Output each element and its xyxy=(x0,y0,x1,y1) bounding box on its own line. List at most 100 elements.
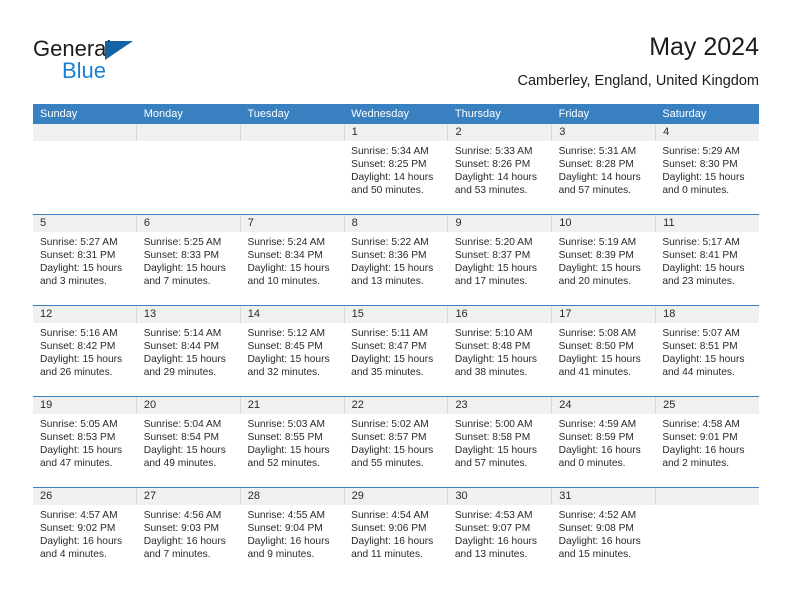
day-number[interactable]: 13 xyxy=(135,306,240,323)
day-info-line: Daylight: 16 hours xyxy=(351,536,434,548)
day-number[interactable]: 18 xyxy=(655,306,759,323)
day-cell[interactable]: Sunrise: 5:16 AM Sunset: 8:42 PM Daylight:… xyxy=(33,323,137,396)
day-info-line: and 53 minutes. xyxy=(454,185,528,197)
day-number[interactable]: 7 xyxy=(239,215,344,232)
day-info-line: Sunset: 8:31 PM xyxy=(40,250,116,262)
day-info-line: Daylight: 14 hours xyxy=(351,172,434,184)
day-cell[interactable]: Sunrise: 5:19 AM Sunset: 8:39 PM Daylight:… xyxy=(552,232,656,305)
day-number[interactable]: 4 xyxy=(655,124,759,141)
calendar-page: General Blue May 2024 Camberley, England… xyxy=(0,0,792,612)
day-info-line: Sunrise: 5:17 AM xyxy=(662,237,740,248)
day-info-line: Sunset: 8:44 PM xyxy=(143,341,220,353)
day-cell[interactable]: Sunrise: 4:56 AM Sunset: 9:03 PM Daylight:… xyxy=(137,505,241,578)
day-number[interactable]: 23 xyxy=(447,397,551,414)
day-number[interactable]: 6 xyxy=(135,215,240,232)
day-number[interactable]: 16 xyxy=(447,306,551,323)
day-cell[interactable]: Sunrise: 4:57 AM Sunset: 9:02 PM Daylight:… xyxy=(33,505,137,578)
day-cell[interactable]: Sunrise: 5:34 AM Sunset: 8:25 PM Daylight:… xyxy=(344,141,448,214)
day-info-line: Sunset: 8:37 PM xyxy=(454,250,531,262)
day-cell[interactable]: Sunrise: 4:59 AM Sunset: 8:59 PM Daylight:… xyxy=(552,414,656,487)
day-number[interactable]: 28 xyxy=(239,488,344,505)
day-cell[interactable]: Sunrise: 5:11 AM Sunset: 8:47 PM Daylight:… xyxy=(344,323,448,396)
day-cell[interactable]: Sunrise: 5:00 AM Sunset: 8:58 PM Daylight:… xyxy=(448,414,552,487)
day-cell[interactable]: Sunrise: 5:12 AM Sunset: 8:45 PM Daylight:… xyxy=(240,323,344,396)
day-detail-row: Sunrise: 5:05 AM Sunset: 8:53 PM Daylight:… xyxy=(33,414,759,487)
day-cell[interactable]: Sunrise: 5:20 AM Sunset: 8:37 PM Daylight:… xyxy=(448,232,552,305)
day-info-line: and 10 minutes. xyxy=(247,276,320,288)
day-cell[interactable]: Sunrise: 5:07 AM Sunset: 8:51 PM Daylight:… xyxy=(655,323,759,396)
day-cell[interactable]: Sunrise: 5:27 AM Sunset: 8:31 PM Daylight:… xyxy=(33,232,137,305)
day-number[interactable]: 29 xyxy=(343,488,448,505)
day-info-line: Daylight: 15 hours xyxy=(662,263,745,275)
day-number[interactable]: 8 xyxy=(343,215,448,232)
day-cell[interactable]: Sunrise: 5:05 AM Sunset: 8:53 PM Daylight:… xyxy=(33,414,137,487)
day-cell[interactable]: Sunrise: 5:29 AM Sunset: 8:30 PM Daylight:… xyxy=(655,141,759,214)
day-number[interactable]: 17 xyxy=(551,306,655,323)
day-number[interactable]: 19 xyxy=(33,397,136,414)
day-number[interactable]: 26 xyxy=(33,488,136,505)
day-info-line: Daylight: 15 hours xyxy=(143,445,226,457)
day-number[interactable]: 2 xyxy=(447,124,551,141)
day-info-line: and 52 minutes. xyxy=(247,458,320,470)
day-number[interactable]: 31 xyxy=(551,488,655,505)
day-cell[interactable]: Sunrise: 4:55 AM Sunset: 9:04 PM Daylight:… xyxy=(240,505,344,578)
day-cell[interactable]: Sunrise: 5:02 AM Sunset: 8:57 PM Daylight:… xyxy=(344,414,448,487)
day-number[interactable]: 9 xyxy=(447,215,551,232)
day-cell[interactable]: Sunrise: 5:10 AM Sunset: 8:48 PM Daylight:… xyxy=(448,323,552,396)
day-number[interactable]: 5 xyxy=(33,215,136,232)
day-info-line: and 57 minutes. xyxy=(454,458,528,470)
day-number[interactable]: 30 xyxy=(447,488,551,505)
day-info-line: and 32 minutes. xyxy=(247,367,320,379)
day-info-line: and 17 minutes. xyxy=(454,276,528,288)
day-info-line: Daylight: 15 hours xyxy=(351,354,434,366)
day-info-line: Sunrise: 5:07 AM xyxy=(662,328,740,339)
day-info-line: and 13 minutes. xyxy=(454,549,528,561)
calendar-week-row: 5 6 7 8 9 10 11 Sunrise: 5:27 AM Sunset: 8:31 PM… xyxy=(33,214,759,305)
day-cell[interactable]: Sunrise: 5:25 AM Sunset: 8:33 PM Daylight:… xyxy=(137,232,241,305)
day-number-empty xyxy=(239,124,344,141)
day-cell[interactable]: Sunrise: 5:03 AM Sunset: 8:55 PM Daylight:… xyxy=(240,414,344,487)
day-info-line: Daylight: 15 hours xyxy=(351,445,434,457)
day-cell[interactable]: Sunrise: 4:54 AM Sunset: 9:06 PM Daylight:… xyxy=(344,505,448,578)
day-cell[interactable]: Sunrise: 5:04 AM Sunset: 8:54 PM Daylight:… xyxy=(137,414,241,487)
day-number[interactable]: 14 xyxy=(239,306,344,323)
day-number[interactable]: 3 xyxy=(551,124,655,141)
day-cell[interactable]: Sunrise: 5:17 AM Sunset: 8:41 PM Daylight:… xyxy=(655,232,759,305)
day-number-empty xyxy=(655,488,759,505)
day-cell[interactable]: Sunrise: 4:58 AM Sunset: 9:01 PM Daylight:… xyxy=(655,414,759,487)
weekday-header-thursday: Thursday xyxy=(454,108,501,120)
day-info-line: Sunset: 8:45 PM xyxy=(247,341,323,353)
day-number[interactable]: 10 xyxy=(551,215,655,232)
day-info-line: Sunrise: 5:24 AM xyxy=(247,237,326,248)
day-number[interactable]: 25 xyxy=(655,397,759,414)
day-number[interactable]: 21 xyxy=(239,397,344,414)
day-cell[interactable]: Sunrise: 4:52 AM Sunset: 9:08 PM Daylight:… xyxy=(552,505,656,578)
day-info-line: and 49 minutes. xyxy=(143,458,217,470)
day-detail-row: Sunrise: 4:57 AM Sunset: 9:02 PM Daylight:… xyxy=(33,505,759,578)
day-cell-empty xyxy=(33,141,137,214)
day-number-row: 26 27 28 29 30 31 xyxy=(33,488,759,505)
day-info-line: Daylight: 15 hours xyxy=(247,445,330,457)
day-info-line: Sunrise: 5:11 AM xyxy=(351,328,428,339)
day-number[interactable]: 20 xyxy=(135,397,240,414)
day-number[interactable]: 24 xyxy=(551,397,655,414)
general-blue-logo[interactable]: General Blue xyxy=(33,36,233,92)
day-number[interactable]: 27 xyxy=(135,488,240,505)
day-cell[interactable]: Sunrise: 5:22 AM Sunset: 8:36 PM Daylight:… xyxy=(344,232,448,305)
day-number[interactable]: 12 xyxy=(33,306,136,323)
day-cell[interactable]: Sunrise: 4:53 AM Sunset: 9:07 PM Daylight:… xyxy=(448,505,552,578)
day-info-line: and 9 minutes. xyxy=(247,549,315,561)
day-cell[interactable]: Sunrise: 5:24 AM Sunset: 8:34 PM Daylight:… xyxy=(240,232,344,305)
day-info-line: Sunrise: 5:25 AM xyxy=(143,237,222,248)
day-cell[interactable]: Sunrise: 5:31 AM Sunset: 8:28 PM Daylight:… xyxy=(552,141,656,214)
day-number[interactable]: 22 xyxy=(343,397,448,414)
day-info-line: Daylight: 15 hours xyxy=(454,354,537,366)
day-number[interactable]: 15 xyxy=(343,306,448,323)
day-number[interactable]: 1 xyxy=(343,124,448,141)
day-info-line: Daylight: 15 hours xyxy=(143,354,226,366)
day-number[interactable]: 11 xyxy=(655,215,759,232)
day-info-line: Sunset: 9:08 PM xyxy=(558,523,634,535)
day-cell[interactable]: Sunrise: 5:33 AM Sunset: 8:26 PM Daylight:… xyxy=(448,141,552,214)
day-cell[interactable]: Sunrise: 5:08 AM Sunset: 8:50 PM Daylight:… xyxy=(552,323,656,396)
day-cell[interactable]: Sunrise: 5:14 AM Sunset: 8:44 PM Daylight:… xyxy=(137,323,241,396)
